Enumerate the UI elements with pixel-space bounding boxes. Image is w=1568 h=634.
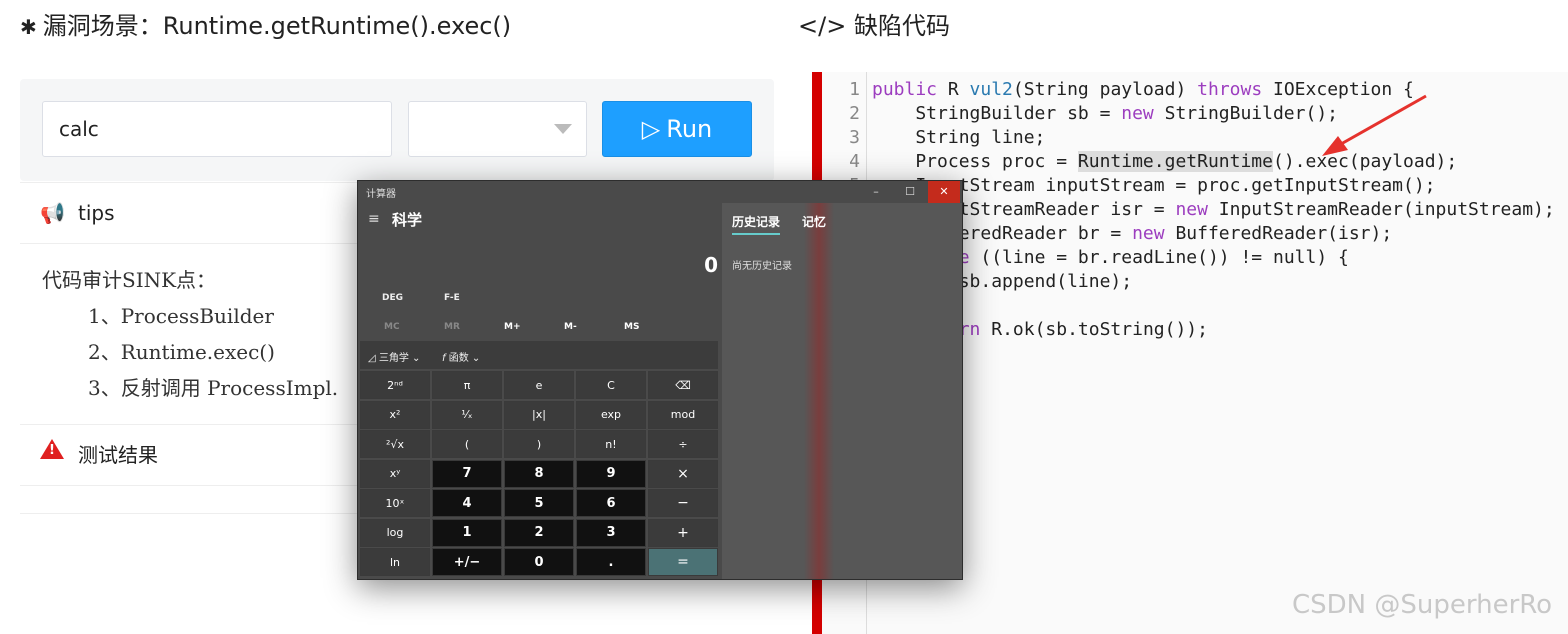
angle-unit-button[interactable]: DEG bbox=[382, 293, 403, 303]
fe-button[interactable]: F-E bbox=[444, 293, 460, 303]
megaphone-icon: 📢 bbox=[40, 201, 65, 225]
calc-key[interactable]: ²√x bbox=[360, 430, 430, 458]
calculator-window[interactable]: 计算器 – ☐ ✕ ≡ 科学 历史记录 记忆 0 尚无历史记录 DEG F-E … bbox=[357, 180, 963, 580]
calc-key[interactable]: 10ˣ bbox=[360, 489, 430, 517]
tips-heading: 代码审计SINK点： bbox=[42, 268, 217, 292]
calc-key[interactable]: |x| bbox=[504, 400, 574, 429]
chevron-down-icon bbox=[554, 124, 572, 134]
memory-subtract-button[interactable]: M- bbox=[564, 322, 577, 332]
tab-memory[interactable]: 记忆 bbox=[802, 213, 826, 230]
calc-key[interactable]: ln bbox=[360, 548, 430, 576]
tips-label: tips bbox=[78, 201, 115, 225]
tips-body: 代码审计SINK点： 1、ProcessBuilder 2、Runtime.ex… bbox=[42, 262, 338, 406]
bug-icon: ✱ bbox=[20, 15, 37, 39]
calc-key[interactable]: 0 bbox=[504, 548, 574, 576]
code-block: public R vul2(String payload) throws IOE… bbox=[872, 78, 1555, 342]
run-button[interactable]: ▷ Run bbox=[602, 101, 752, 157]
calc-key[interactable]: 6 bbox=[576, 489, 646, 517]
calc-key[interactable]: ⌫ bbox=[648, 371, 718, 399]
code-title: </> 缺陷代码 bbox=[798, 12, 950, 40]
payload-select[interactable] bbox=[408, 101, 587, 157]
menu-icon[interactable]: ≡ bbox=[368, 211, 380, 227]
code-line: public R vul2(String payload) throws IOE… bbox=[872, 79, 1414, 100]
trig-dropdown[interactable]: ◿ 三角学 ⌄ bbox=[368, 349, 420, 364]
calc-key[interactable]: mod bbox=[648, 400, 718, 429]
calc-key[interactable]: 2 bbox=[504, 518, 574, 547]
calc-key[interactable]: +/− bbox=[432, 548, 502, 576]
close-button[interactable]: ✕ bbox=[928, 181, 960, 203]
calc-key[interactable]: x² bbox=[360, 400, 430, 429]
memory-clear-button[interactable]: MC bbox=[384, 322, 400, 332]
code-line: sb.append(line); bbox=[872, 271, 1133, 292]
code-line: InputStream inputStream = proc.getInputS… bbox=[872, 175, 1436, 196]
payload-input[interactable] bbox=[42, 101, 392, 157]
calc-key[interactable]: . bbox=[576, 548, 646, 576]
memory-store-button[interactable]: MS bbox=[624, 322, 639, 332]
calc-key[interactable]: 8 bbox=[504, 459, 574, 488]
watermark: CSDN @SuperherRo bbox=[1292, 590, 1553, 620]
code-line: StringBuilder sb = new StringBuilder(); bbox=[872, 103, 1338, 124]
calc-key[interactable]: + bbox=[648, 518, 718, 547]
tips-item: 3、反射调用 ProcessImpl. bbox=[88, 376, 339, 400]
keypad: 2ⁿᵈ π e C ⌫ x² ¹⁄ₓ |x| exp mod ²√x() n! ÷ xʸ 7 8 9 × 10ˣ 4 5… bbox=[360, 371, 720, 577]
memory-recall-button[interactable]: MR bbox=[444, 322, 460, 332]
red-arrow-annotation bbox=[1322, 94, 1427, 156]
function-dropdown[interactable]: f 函数 ⌄ bbox=[442, 349, 480, 364]
tab-history[interactable]: 历史记录 bbox=[732, 213, 781, 235]
calc-key[interactable]: 9 bbox=[576, 459, 646, 488]
calc-key[interactable]: = bbox=[648, 548, 718, 576]
calc-key[interactable]: 5 bbox=[504, 489, 574, 517]
page-title: ✱ 漏洞场景：Runtime.getRuntime().exec() bbox=[20, 12, 512, 40]
calc-key[interactable]: log bbox=[360, 518, 430, 547]
calc-key[interactable]: ( bbox=[432, 430, 502, 458]
tips-item: 2、Runtime.exec() bbox=[88, 340, 275, 364]
calc-key[interactable]: ) bbox=[504, 430, 574, 458]
function-toolbar: ◿ 三角学 ⌄ f 函数 ⌄ bbox=[360, 341, 718, 369]
code-line: String line; bbox=[872, 127, 1046, 148]
calc-key[interactable]: − bbox=[648, 489, 718, 517]
calculator-title: 计算器 bbox=[366, 189, 396, 200]
stripe-overlay bbox=[804, 203, 834, 579]
code-line: InputStreamReader isr = new InputStreamR… bbox=[872, 199, 1555, 220]
calc-key[interactable]: 2ⁿᵈ bbox=[360, 371, 430, 399]
calculator-mode: 科学 bbox=[392, 211, 423, 229]
result-label: 测试结果 bbox=[78, 443, 158, 467]
code-line: Process proc = Runtime.getRuntime().exec… bbox=[872, 151, 1458, 172]
calc-key[interactable]: × bbox=[648, 459, 718, 488]
calc-key[interactable]: π bbox=[432, 371, 502, 399]
memory-add-button[interactable]: M+ bbox=[504, 322, 521, 332]
play-icon: ▷ bbox=[641, 115, 661, 143]
calc-key[interactable]: 1 bbox=[432, 518, 502, 547]
calc-key[interactable]: ¹⁄ₓ bbox=[432, 400, 502, 429]
calc-key[interactable]: xʸ bbox=[360, 459, 430, 488]
calc-key[interactable]: e bbox=[504, 371, 574, 399]
history-empty-text: 尚无历史记录 bbox=[732, 261, 792, 272]
warning-icon bbox=[40, 439, 64, 459]
calc-key[interactable]: C bbox=[576, 371, 646, 399]
tips-item: 1、ProcessBuilder bbox=[88, 304, 274, 328]
calc-key[interactable]: n! bbox=[576, 430, 646, 458]
minimize-button[interactable]: – bbox=[860, 181, 892, 203]
calc-key[interactable]: ÷ bbox=[648, 430, 718, 458]
calc-key[interactable]: exp bbox=[576, 400, 646, 429]
code-line: return R.ok(sb.toString()); bbox=[915, 319, 1208, 340]
maximize-button[interactable]: ☐ bbox=[894, 181, 926, 203]
code-line: BufferedReader br = new BufferedReader(i… bbox=[872, 223, 1393, 244]
calculator-display: 0 bbox=[704, 253, 718, 277]
calc-key[interactable]: 4 bbox=[432, 489, 502, 517]
calc-key[interactable]: 3 bbox=[576, 518, 646, 547]
calc-key[interactable]: 7 bbox=[432, 459, 502, 488]
code-icon: </> bbox=[798, 12, 847, 40]
calculator-titlebar[interactable]: 计算器 – ☐ ✕ bbox=[358, 181, 962, 203]
code-line: while ((line = br.readLine()) != null) { bbox=[915, 247, 1349, 268]
code-line: } bbox=[872, 294, 1555, 318]
